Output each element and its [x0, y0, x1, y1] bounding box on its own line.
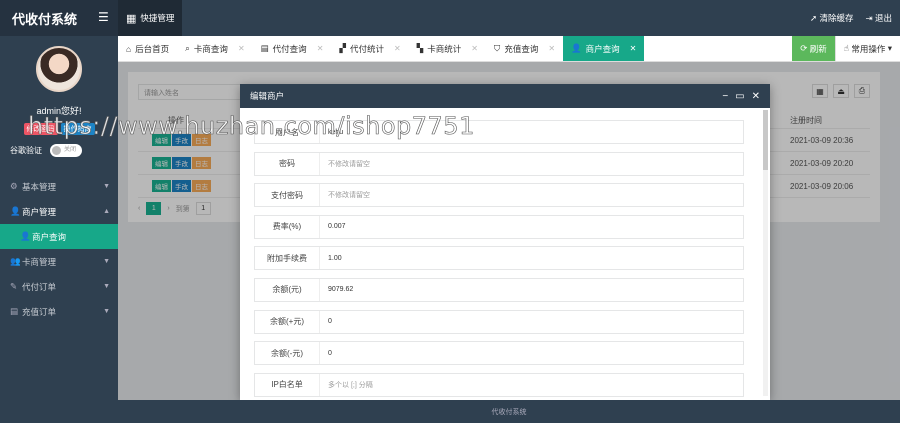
- pay-password-field[interactable]: 不修改请留空: [319, 184, 743, 207]
- quick-manage-button[interactable]: ▦ 快捷管理: [118, 0, 183, 36]
- modal-scrollbar[interactable]: [763, 110, 768, 396]
- common-ops-dropdown[interactable]: ☝ 常用操作 ▾: [834, 36, 900, 61]
- google-auth-toggle[interactable]: 关闭: [50, 144, 82, 157]
- close-icon[interactable]: ✕: [752, 91, 760, 102]
- chart-icon: ▞: [339, 43, 346, 53]
- greeting: admin您好!: [36, 106, 82, 116]
- chevron-down-icon: ▾: [887, 43, 892, 53]
- merchant-form: 用户名 kehu 密码 不修改请留空 支付密码 不修改请留空 费率(%) 0.0…: [254, 120, 744, 400]
- users-icon: 👥: [10, 256, 21, 266]
- footer: 代收付系统: [118, 400, 900, 423]
- close-icon[interactable]: ✕: [548, 44, 555, 53]
- gear-icon: ⚙: [10, 181, 18, 191]
- clear-cache-button[interactable]: ➚ 清除缓存: [810, 12, 854, 24]
- chart-icon: ▚: [416, 43, 424, 53]
- hand-icon: ☝: [843, 43, 849, 53]
- sidebar-item-basic[interactable]: ⚙ 基本管理 ▼: [0, 174, 118, 199]
- grid-icon: ▦: [126, 12, 137, 25]
- menu-toggle-icon[interactable]: ☰: [98, 10, 109, 24]
- form-row-balance-plus: 余额(+元) 0: [254, 309, 744, 334]
- refresh-button[interactable]: ⟳ 刷新: [792, 36, 835, 61]
- rate-field[interactable]: 0.007: [319, 215, 743, 238]
- balance-minus-field[interactable]: 0: [319, 342, 743, 365]
- ip-whitelist-field[interactable]: 多个以 [;] 分隔: [319, 373, 743, 396]
- chevron-down-icon: ▼: [103, 308, 110, 315]
- edit-merchant-modal: 编辑商户 − ▭ ✕ 用户名 kehu 密码 不修改请留空 支付密码 不修改请留…: [240, 84, 770, 400]
- form-row-rate: 费率(%) 0.007: [254, 214, 744, 239]
- tab-bar: ⌂ 后台首页 ⌕ 卡商查询 ✕ ▤ 代付查询 ✕ ▞ 代付统计 ✕ ▚ 卡商统计 ✕ ⛉ 充值查询 ✕…: [118, 36, 900, 62]
- form-row-extra-fee: 附加手续费 1.00: [254, 246, 744, 271]
- chevron-down-icon: ▼: [103, 283, 110, 290]
- shield-icon: ⛉: [493, 43, 501, 53]
- refresh-icon: ⟳: [800, 43, 808, 53]
- user-icon: 👤: [20, 231, 31, 241]
- logout-button[interactable]: ⇥ 退出: [865, 12, 892, 24]
- home-icon: ⌂: [126, 43, 132, 54]
- tab-payout-stats[interactable]: ▞ 代付统计 ✕: [331, 36, 408, 61]
- minimize-icon[interactable]: −: [722, 91, 728, 102]
- tab-card-query[interactable]: ⌕ 卡商查询 ✕: [177, 36, 252, 61]
- logout-icon: ⇥: [865, 13, 873, 23]
- edit-icon: ✎: [10, 281, 18, 291]
- modal-header: 编辑商户 − ▭ ✕: [240, 84, 770, 108]
- sidebar-item-merchant-query[interactable]: 👤 商户查询: [0, 224, 118, 249]
- close-icon[interactable]: ✕: [630, 44, 637, 53]
- form-row-balance-minus: 余额(-元) 0: [254, 341, 744, 366]
- username-field[interactable]: kehu: [319, 121, 743, 143]
- form-row-ip-whitelist: IP白名单 多个以 [;] 分隔: [254, 372, 744, 397]
- sidebar-item-card-merchant[interactable]: 👥 卡商管理 ▼: [0, 249, 118, 274]
- form-row-pay-password: 支付密码 不修改请留空: [254, 183, 744, 208]
- maximize-icon[interactable]: ▭: [735, 91, 744, 102]
- modal-title: 编辑商户: [250, 91, 285, 101]
- chevron-down-icon: ▼: [103, 183, 110, 190]
- top-header: ☰ ▦ 快捷管理 ➚ 清除缓存 ⇥ 退出: [98, 0, 900, 36]
- tab-card-stats[interactable]: ▚ 卡商统计 ✕: [409, 36, 486, 61]
- balance-plus-field[interactable]: 0: [319, 310, 743, 333]
- chevron-up-icon: ▲: [103, 208, 110, 215]
- tab-merchant-query[interactable]: 👤 商户查询 ✕: [563, 36, 645, 61]
- guide-tag[interactable]: 操作指南: [60, 123, 95, 135]
- user-icon: 👤: [571, 43, 582, 53]
- change-password-tag[interactable]: 修改密码: [23, 123, 58, 135]
- google-auth-label: 谷歌验证: [10, 146, 42, 155]
- sidebar-item-recharge-orders[interactable]: ▤ 充值订单 ▼: [0, 299, 118, 324]
- form-row-username: 用户名 kehu: [254, 120, 744, 144]
- form-row-balance: 余额(元) 9079.62: [254, 277, 744, 302]
- balance-field[interactable]: 9079.62: [319, 278, 743, 301]
- chevron-down-icon: ▼: [103, 258, 110, 265]
- close-icon[interactable]: ✕: [394, 44, 401, 53]
- avatar[interactable]: [36, 46, 82, 92]
- list-icon: ▤: [260, 43, 269, 53]
- password-field[interactable]: 不修改请留空: [319, 152, 743, 175]
- tab-home[interactable]: ⌂ 后台首页: [118, 36, 177, 61]
- close-icon[interactable]: ✕: [238, 44, 245, 53]
- tab-payout-query[interactable]: ▤ 代付查询 ✕: [253, 36, 332, 61]
- sidebar-item-payout-orders[interactable]: ✎ 代付订单 ▼: [0, 274, 118, 299]
- profile-panel: admin您好! 修改密码 操作指南 谷歌验证 关闭: [0, 36, 118, 174]
- user-icon: 👤: [10, 206, 21, 216]
- file-icon: ▤: [10, 306, 19, 316]
- sidebar: 代收付系统 admin您好! 修改密码 操作指南 谷歌验证 关闭 ⚙ 基本管理 …: [0, 0, 118, 423]
- rocket-icon: ➚: [809, 13, 818, 23]
- close-icon[interactable]: ✕: [471, 44, 478, 53]
- extra-fee-field[interactable]: 1.00: [319, 247, 743, 270]
- form-row-password: 密码 不修改请留空: [254, 151, 744, 176]
- sidebar-item-merchant[interactable]: 👤 商户管理 ▲: [0, 199, 118, 224]
- search-icon: ⌕: [185, 43, 190, 53]
- close-icon[interactable]: ✕: [317, 44, 324, 53]
- tab-recharge-query[interactable]: ⛉ 充值查询 ✕: [486, 36, 563, 61]
